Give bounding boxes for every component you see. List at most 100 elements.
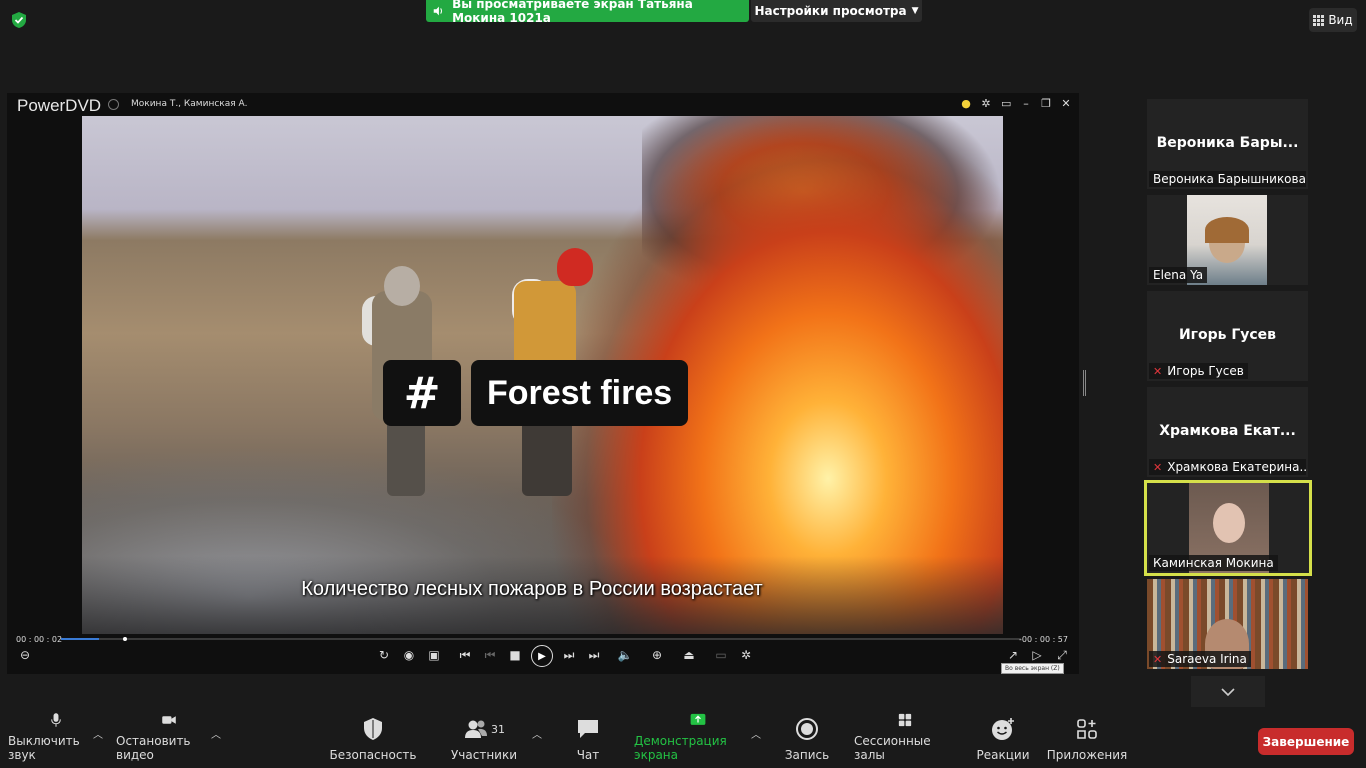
stop-icon[interactable]: ■ [506,646,524,664]
fullscreen-tooltip: Во весь экран (Z) [1001,663,1064,674]
share-options-caret[interactable]: ︿ [751,726,761,741]
toolbox-icon[interactable]: ▭ [1001,97,1011,110]
participants-options-caret[interactable]: ︿ [532,726,542,741]
participant-tile[interactable]: ✕ Saraeva Irina [1147,579,1308,669]
time-remaining: -00 : 00 : 57 [1019,635,1068,644]
share-out-icon[interactable]: ↗ [1005,646,1021,664]
meeting-toolbar: Выключить звук ︿ Остановить видео ︿ Безо… [0,712,1366,768]
share-screen-icon [690,713,706,725]
play-button[interactable]: ▶ [531,645,553,667]
chevron-down-icon [1221,687,1235,696]
reactions-button[interactable]: Реакции [976,712,1030,768]
participant-tile[interactable]: Elena Ya [1147,195,1308,285]
shared-screen-powerdvd-window[interactable]: PowerDVD Мокина Т., Каминская А. ● ✲ ▭ –… [7,93,1079,674]
record-button[interactable]: Запись [784,712,830,768]
security-shield-icon[interactable] [10,11,28,29]
gallery-scroll-down-button[interactable] [1191,676,1265,707]
eye-icon[interactable]: ◉ [400,646,418,664]
view-options-dropdown[interactable]: Настройки просмотра ▼ [751,0,922,22]
mic-muted-icon: ✕ [1153,364,1163,378]
participant-tile[interactable]: Вероника Бары... Вероника Барышникова [1147,99,1308,189]
breakout-rooms-button[interactable]: Сессионные залы [854,712,956,768]
share-banner-text: Вы просматриваете экран Татьяна Мокина 1… [452,0,693,25]
mic-muted-icon: ✕ [1153,460,1163,474]
stop-video-label: Остановить видео [116,734,191,762]
apps-icon [1077,719,1097,739]
mute-label: Выключить звук [8,734,80,762]
minimize-icon[interactable]: – [1021,97,1031,110]
zoom-icon[interactable]: ⊕ [648,646,666,664]
chat-button[interactable]: Чат [566,712,610,768]
video-hashtag-title: # Forest fires [383,360,689,426]
audio-options-caret[interactable]: ︿ [93,726,103,741]
security-button[interactable]: Безопасность [329,712,417,768]
apps-button[interactable]: Приложения [1046,712,1128,768]
volume-icon[interactable]: 🔈 [616,646,634,664]
seek-marker[interactable] [123,637,127,641]
firefighter-2-legs [522,416,572,496]
view-options-label: Настройки просмотра [754,4,907,18]
lock-icon[interactable] [108,99,119,110]
lightbulb-icon[interactable]: ● [961,97,971,110]
view-button[interactable]: Вид [1309,8,1357,32]
video-camera-icon [162,716,176,724]
participant-big-name: Игорь Гусев [1178,327,1277,343]
participants-icon-group: 31 [461,716,507,742]
previous-chapter-icon[interactable]: ⏮ [456,646,474,664]
stop-video-button[interactable]: Остановить видео [116,712,222,768]
step-forward-icon[interactable]: ⏭ [585,646,603,664]
settings-gear-icon[interactable]: ✲ [981,97,991,110]
participant-face [1213,503,1245,543]
fullscreen-icon[interactable]: ⤢ [1054,646,1070,664]
security-label: Безопасность [329,748,417,762]
end-meeting-label: Завершение [1262,734,1350,749]
participant-name-label: Вероника Барышникова [1149,171,1306,187]
mic-muted-icon: ✕ [1153,652,1163,666]
participant-name: Saraeva Irina [1167,652,1247,666]
record-label: Запись [784,748,830,762]
participant-tile-active-speaker[interactable]: Каминская Мокина [1144,480,1312,576]
breakout-rooms-icon [898,713,912,727]
share-screen-button[interactable]: Демонстрация экрана [634,712,762,768]
participants-label: Участники [450,748,518,762]
microphone-icon [51,713,61,727]
participant-name-label: ✕ Храмкова Екатерина... [1149,459,1306,475]
step-back-icon[interactable]: ⏮ [481,646,499,664]
participant-tile[interactable]: Игорь Гусев ✕ Игорь Гусев [1147,291,1308,381]
apps-label: Приложения [1046,748,1128,762]
panel-resize-handle[interactable] [1083,370,1086,396]
player-settings-icon[interactable]: ✲ [737,646,755,664]
breakout-rooms-label: Сессионные залы [854,734,931,762]
shield-icon [364,718,382,740]
close-icon[interactable]: ✕ [1061,97,1071,110]
hashtag-text: Forest fires [471,360,689,426]
participant-name: Каминская Мокина [1153,556,1274,570]
subtitles-icon[interactable]: ▭ [712,646,730,664]
snapshot-icon[interactable]: ▣ [425,646,443,664]
next-chapter-icon[interactable]: ⏭ [560,646,578,664]
participant-big-name: Вероника Бары... [1156,135,1299,151]
video-frame[interactable]: # Forest fires Количество лесных пожаров… [82,116,1003,634]
participant-name: Вероника Барышникова [1153,172,1306,186]
end-meeting-button[interactable]: Завершение [1258,728,1354,755]
video-options-caret[interactable]: ︿ [211,726,221,741]
smiley-icon [992,718,1014,740]
participants-count: 31 [491,722,505,736]
seek-bar[interactable] [61,637,1021,641]
participant-name-label: Каминская Мокина [1149,555,1278,571]
speaker-icon [433,6,443,16]
restore-icon[interactable]: ❐ [1041,97,1051,110]
chat-bubble-icon [578,720,598,738]
participant-tile[interactable]: Храмкова Екат... ✕ Храмкова Екатерина... [1147,387,1308,477]
eject-icon[interactable]: ⏏ [680,646,698,664]
mini-player-icon[interactable]: ▷ [1029,646,1045,664]
participant-name: Игорь Гусев [1167,364,1244,378]
participants-button[interactable]: 31 Участники [448,712,520,768]
back-icon[interactable]: ⊖ [17,646,33,664]
people-icon [465,720,487,738]
hashtag-symbol: # [383,360,461,426]
participant-name: Elena Ya [1153,268,1204,282]
mute-button[interactable]: Выключить звук [8,712,104,768]
repeat-icon[interactable]: ↻ [375,646,393,664]
reactions-label: Реакции [976,748,1030,762]
